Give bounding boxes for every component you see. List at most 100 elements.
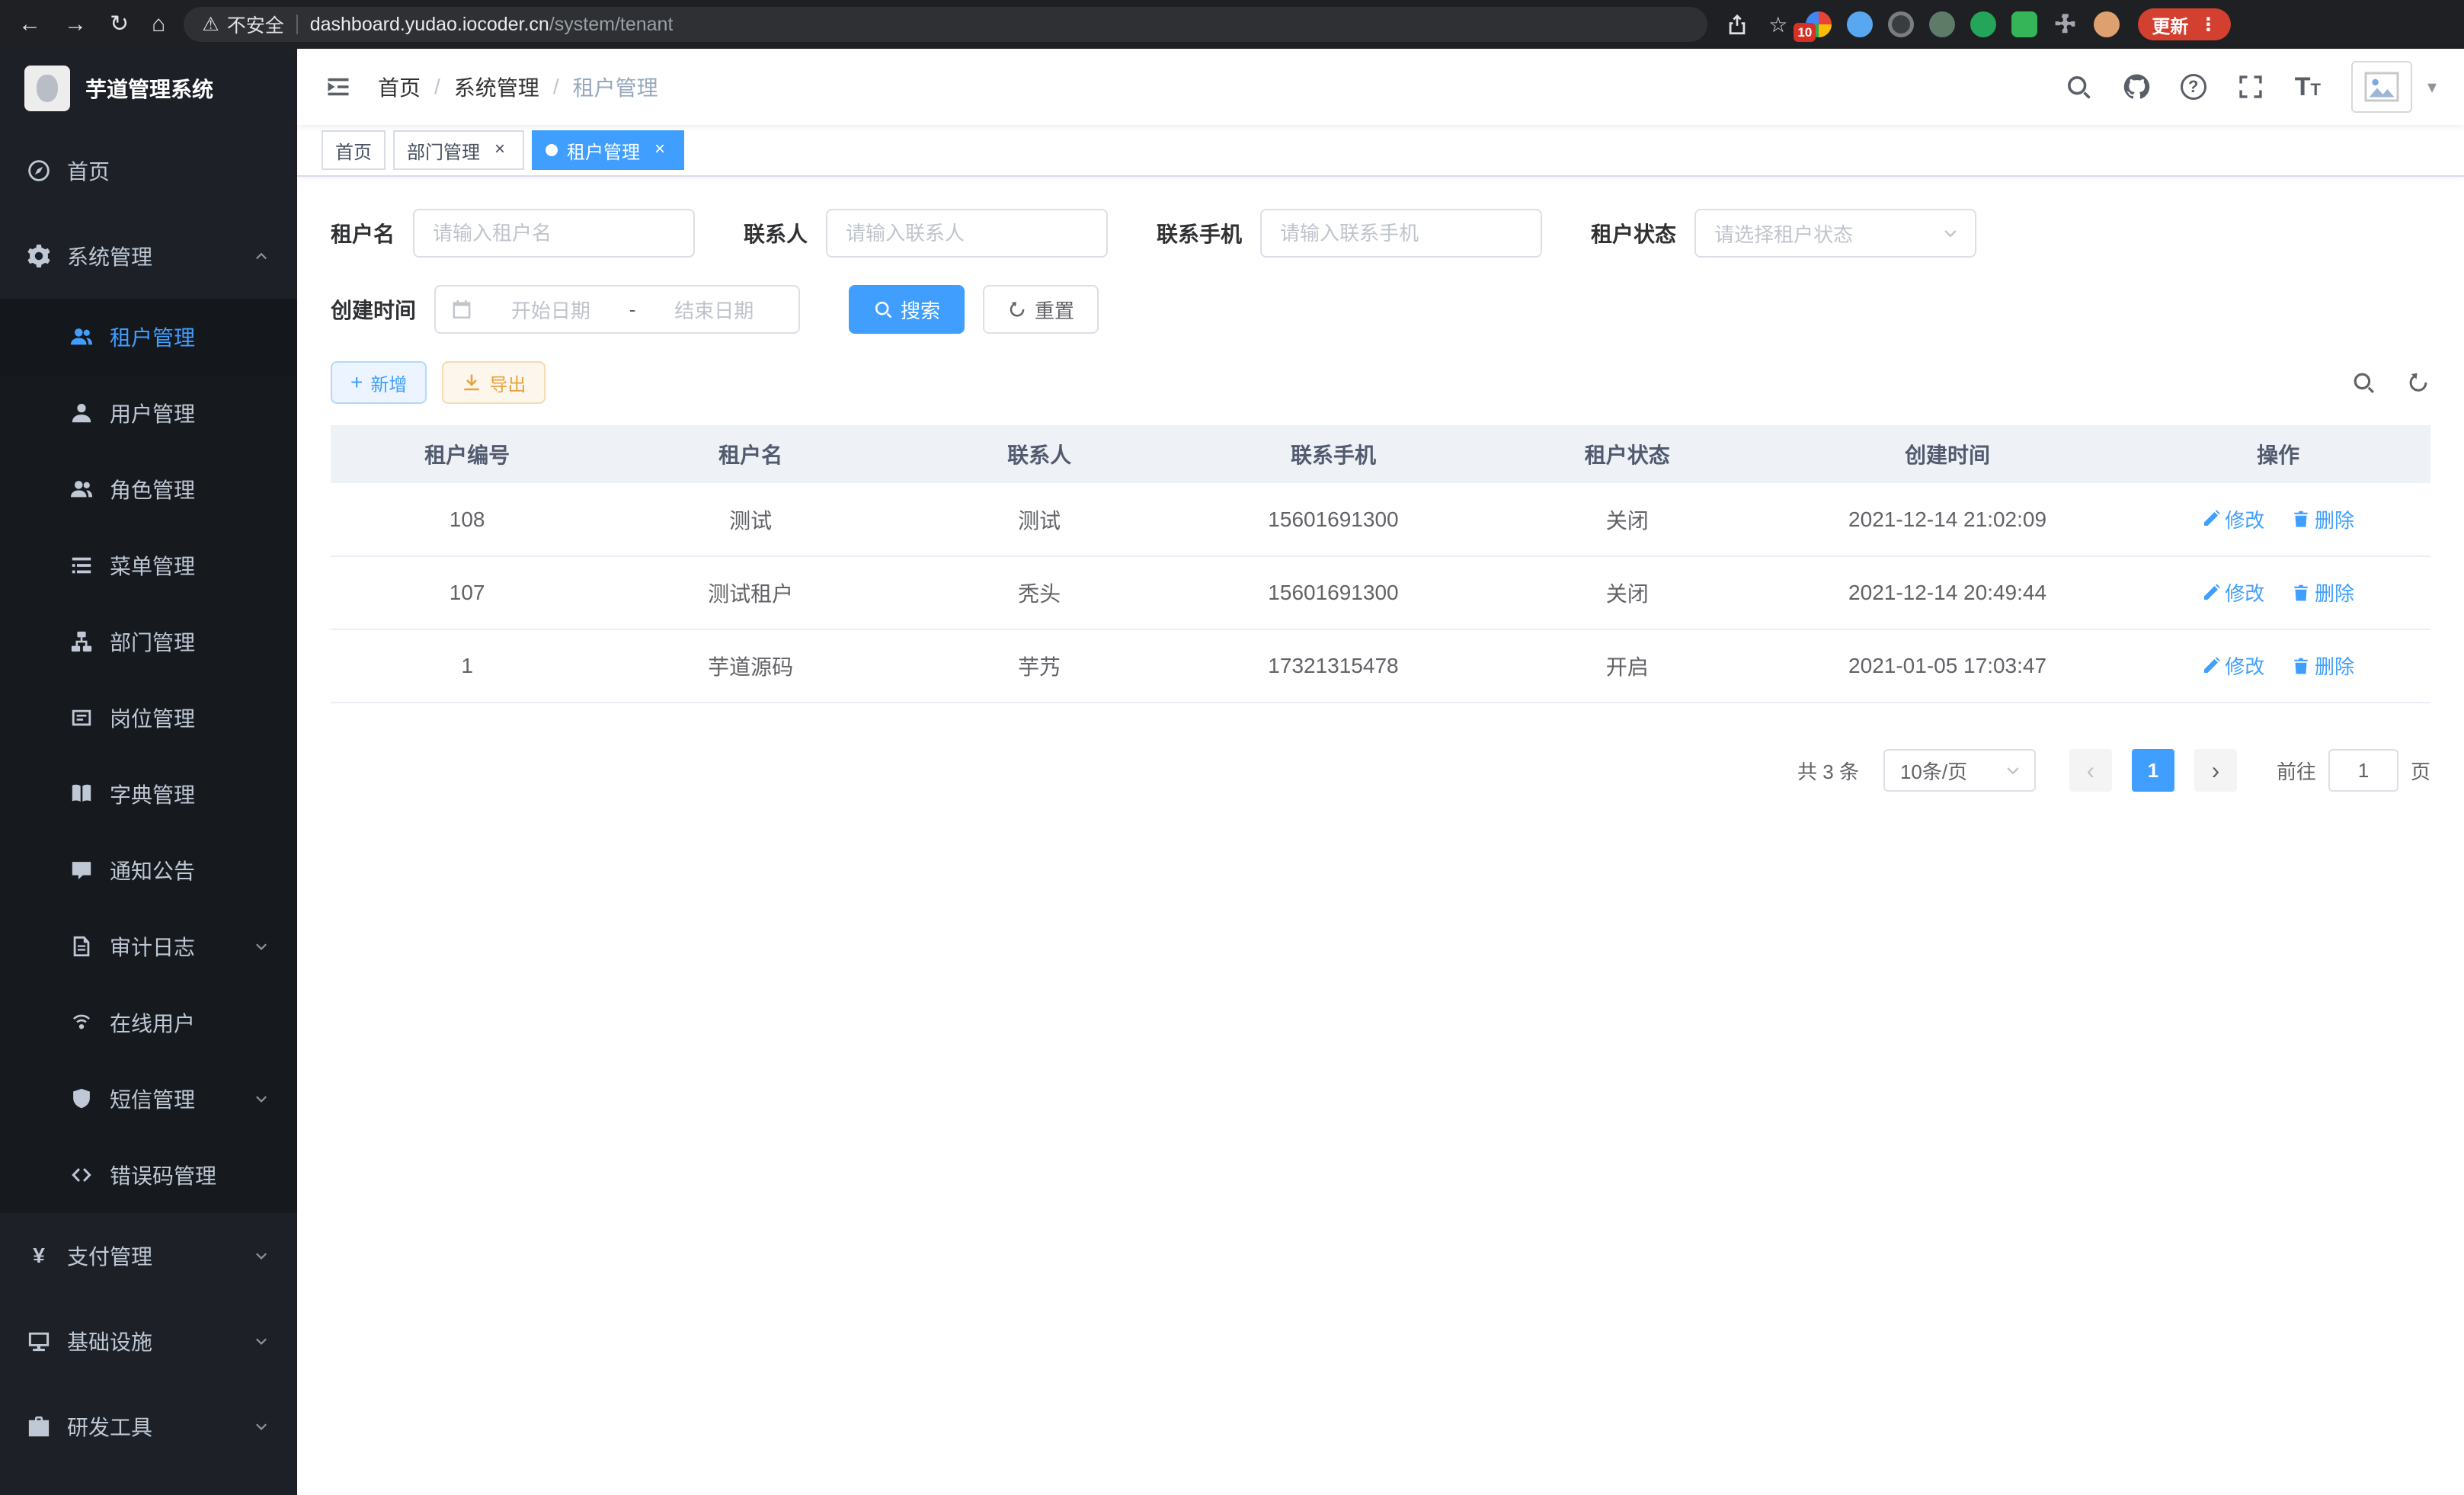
sidebar-item-dev-tool[interactable]: 研发工具 — [0, 1384, 297, 1469]
phone-cell: 15601691300 — [1181, 483, 1486, 556]
tab-home[interactable]: 首页 — [322, 130, 386, 170]
contact-label: 联系人 — [744, 218, 808, 248]
tab-dept[interactable]: 部门管理 × — [393, 130, 524, 170]
status-label: 租户状态 — [1591, 218, 1676, 248]
sidebar-item-tenant[interactable]: 租户管理 — [0, 299, 297, 375]
sidebar-item-infra[interactable]: 基础设施 — [0, 1298, 297, 1384]
filter-phone: 联系手机 — [1157, 209, 1542, 258]
home-icon[interactable]: ⌂ — [152, 13, 165, 36]
edit-link[interactable]: 修改 — [2202, 651, 2264, 680]
breadcrumb-separator: / — [553, 75, 559, 99]
sidebar-item-role[interactable]: 角色管理 — [0, 451, 297, 527]
edit-icon — [2202, 584, 2220, 602]
search-button[interactable]: 搜索 — [849, 285, 965, 334]
prev-page-button[interactable]: ‹ — [2069, 749, 2112, 792]
sidebar-item-dict[interactable]: 字典管理 — [0, 756, 297, 832]
sidebar-collapse-icon[interactable] — [325, 73, 352, 101]
edit-link[interactable]: 修改 — [2202, 505, 2264, 533]
breadcrumb-system[interactable]: 系统管理 — [454, 72, 539, 102]
next-page-button[interactable]: › — [2194, 749, 2237, 792]
sidebar-item-dept[interactable]: 部门管理 — [0, 603, 297, 680]
filter-contact: 联系人 — [744, 209, 1108, 258]
pagination: 共 3 条 10条/页 ‹ 1 › 前往 页 — [331, 749, 2430, 792]
page-number-1[interactable]: 1 — [2132, 749, 2174, 792]
extension-sage-icon[interactable] — [1929, 11, 1955, 37]
sidebar-item-user[interactable]: 用户管理 — [0, 375, 297, 451]
page-content: 租户名 联系人 联系手机 租户状态 请选择租户状态 — [297, 177, 2464, 1495]
chrome-update-button[interactable]: 更新 ⋮ — [2138, 8, 2231, 40]
font-size-icon[interactable]: TT — [2295, 74, 2321, 100]
sidebar-item-audit-log[interactable]: 审计日志 — [0, 908, 297, 984]
sidebar-item-post[interactable]: 岗位管理 — [0, 680, 297, 756]
create-time-range-picker[interactable]: 开始日期 - 结束日期 — [434, 285, 800, 334]
sidebar-item-home[interactable]: 首页 — [0, 128, 297, 213]
bookmark-star-icon[interactable]: ☆ — [1768, 12, 1787, 37]
extension-dark-icon[interactable] — [1888, 11, 1914, 37]
sidebar-item-pay[interactable]: ¥ 支付管理 — [0, 1213, 297, 1298]
extensions-puzzle-icon[interactable] — [2053, 11, 2078, 37]
status-cell: 开启 — [1486, 629, 1769, 703]
sidebar-menu: 首页 系统管理 租户管理 用户管理 角色管理 — [0, 128, 297, 1469]
tab-tenant[interactable]: 租户管理 × — [532, 130, 684, 170]
delete-link[interactable]: 删除 — [2292, 578, 2354, 607]
reset-button[interactable]: 重置 — [983, 285, 1099, 334]
add-button[interactable]: + 新增 — [331, 361, 427, 404]
profile-avatar-icon[interactable] — [2094, 11, 2120, 37]
start-date-placeholder[interactable]: 开始日期 — [482, 296, 620, 324]
github-icon[interactable] — [2123, 73, 2150, 101]
page-size-select[interactable]: 10条/页 — [1883, 749, 2036, 792]
extension-chat-icon[interactable] — [2011, 11, 2037, 37]
caret-down-icon[interactable]: ▾ — [2427, 76, 2437, 98]
sidebar-item-notice[interactable]: 通知公告 — [0, 832, 297, 908]
close-icon[interactable]: × — [649, 139, 670, 161]
back-icon[interactable]: ← — [18, 13, 41, 36]
goto-page-input[interactable] — [2328, 749, 2398, 792]
delete-link[interactable]: 删除 — [2292, 505, 2354, 533]
status-cell: 关闭 — [1486, 556, 1769, 629]
sidebar: 芋道管理系统 首页 系统管理 租户管理 用户管理 — [0, 49, 297, 1495]
tenant-name-input[interactable] — [413, 209, 695, 258]
created-cell: 2021-12-14 21:02:09 — [1769, 483, 2126, 556]
end-date-placeholder[interactable]: 结束日期 — [645, 296, 783, 324]
edit-link[interactable]: 修改 — [2202, 578, 2264, 607]
share-icon[interactable] — [1726, 13, 1749, 36]
chevron-up-icon — [253, 248, 270, 264]
table-row: 1 芋道源码 芋艿 17321315478 开启 2021-01-05 17:0… — [331, 629, 2430, 703]
breadcrumb-home[interactable]: 首页 — [378, 72, 421, 102]
search-icon[interactable] — [2065, 73, 2092, 101]
breadcrumb-separator: / — [434, 75, 440, 99]
toggle-search-icon[interactable] — [2351, 370, 2376, 395]
contact-input[interactable] — [826, 209, 1108, 258]
extension-green-icon[interactable] — [1970, 11, 1996, 37]
sidebar-item-system[interactable]: 系统管理 — [0, 213, 297, 299]
range-separator: - — [629, 298, 636, 322]
peoples-icon — [70, 325, 93, 348]
export-button[interactable]: 导出 — [442, 361, 546, 404]
contact-cell: 芋艿 — [898, 629, 1181, 703]
avatar[interactable] — [2351, 61, 2412, 113]
sidebar-item-sms[interactable]: 短信管理 — [0, 1061, 297, 1137]
app-logo[interactable]: 芋道管理系统 — [0, 49, 297, 128]
sidebar-item-menu[interactable]: 菜单管理 — [0, 527, 297, 603]
close-icon[interactable]: × — [489, 139, 510, 161]
sidebar-item-error-code[interactable]: 错误码管理 — [0, 1137, 297, 1213]
sidebar-item-online-user[interactable]: 在线用户 — [0, 984, 297, 1061]
delete-link[interactable]: 删除 — [2292, 651, 2354, 680]
extension-blue-icon[interactable] — [1847, 11, 1873, 37]
site-security[interactable]: ⚠ 不安全 — [202, 11, 283, 38]
reload-icon[interactable]: ↻ — [110, 13, 129, 36]
trash-icon — [2292, 510, 2310, 528]
chevron-down-icon — [253, 1333, 270, 1349]
forward-icon[interactable]: → — [64, 13, 87, 36]
edit-icon — [2202, 510, 2220, 528]
address-bar[interactable]: ⚠ 不安全 dashboard.yudao.iocoder.cn/system/… — [184, 7, 1707, 42]
tenant-status-select[interactable]: 请选择租户状态 — [1694, 209, 1976, 258]
phone-label: 联系手机 — [1157, 218, 1242, 248]
fullscreen-icon[interactable] — [2237, 73, 2264, 101]
help-icon[interactable]: ? — [2181, 74, 2206, 100]
extension-colorful-icon[interactable]: 10 — [1806, 11, 1832, 37]
calendar-icon — [451, 299, 472, 320]
refresh-icon[interactable] — [2406, 370, 2430, 395]
phone-input[interactable] — [1260, 209, 1542, 258]
actions-cell: 修改 删除 — [2126, 629, 2430, 703]
